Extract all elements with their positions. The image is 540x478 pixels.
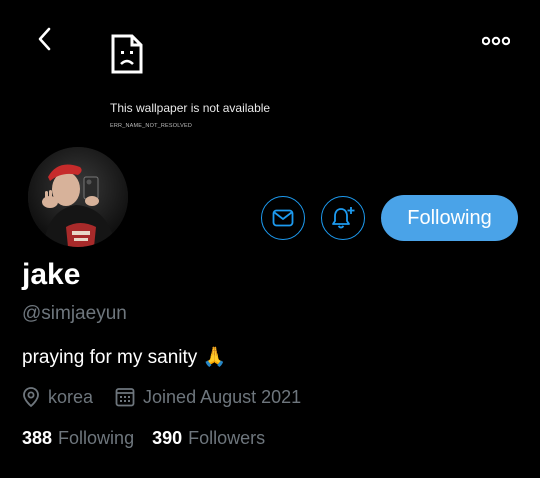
following-label: Following — [58, 428, 135, 448]
display-name: jake — [22, 258, 81, 291]
avatar[interactable] — [26, 145, 130, 249]
wallpaper-error-message: This wallpaper is not available — [110, 101, 271, 115]
followers-count: 390 — [152, 428, 183, 448]
location-text: korea — [48, 386, 94, 407]
bell-plus-icon — [332, 207, 355, 229]
joined-text: Joined August 2021 — [143, 386, 302, 407]
location-pin-icon — [23, 387, 39, 408]
wallpaper-error-code: ERR_NAME_NOT_RESOLVED — [110, 123, 193, 129]
location-item: korea — [22, 386, 93, 408]
more-horizontal-icon — [482, 36, 510, 46]
following-count: 388 — [22, 428, 53, 448]
notifications-button[interactable] — [321, 196, 365, 240]
following-stat[interactable]: 388 Following — [22, 428, 134, 449]
profile-banner — [0, 0, 540, 160]
message-button[interactable] — [261, 196, 305, 240]
more-options-button[interactable] — [476, 26, 516, 56]
profile-meta: korea Joined August 2021 — [22, 384, 301, 410]
calendar-icon — [115, 388, 135, 407]
joined-item: Joined August 2021 — [115, 387, 301, 408]
mail-icon — [272, 209, 294, 227]
followers-label: Followers — [188, 428, 266, 448]
following-button[interactable]: Following — [381, 195, 518, 241]
back-button[interactable] — [30, 24, 60, 54]
username: @simjaeyun — [22, 303, 127, 324]
avatar-photo-icon — [28, 147, 128, 247]
bio: praying for my sanity 🙏 — [22, 347, 227, 368]
chevron-left-icon — [38, 27, 51, 51]
followers-stat[interactable]: 390 Followers — [152, 428, 265, 449]
follow-stats: 388 Following 390 Followers — [22, 428, 283, 449]
broken-page-icon — [110, 33, 144, 75]
